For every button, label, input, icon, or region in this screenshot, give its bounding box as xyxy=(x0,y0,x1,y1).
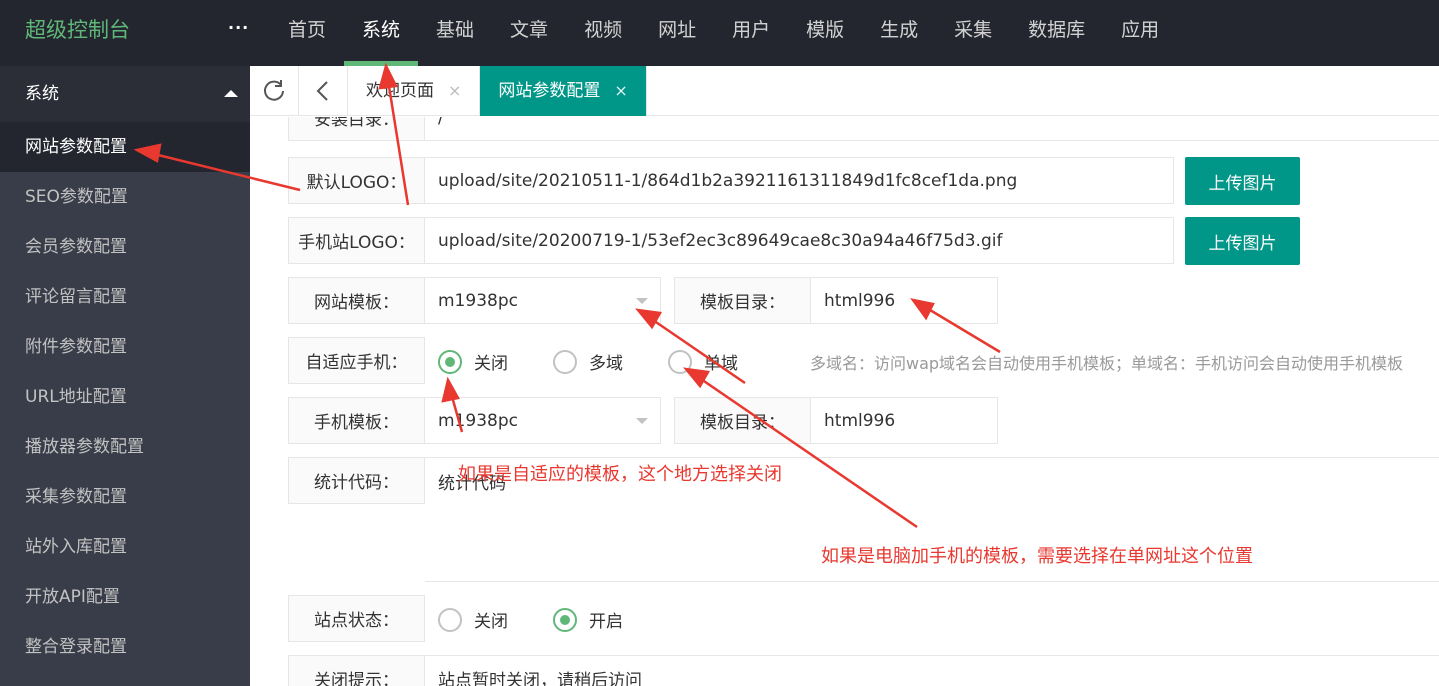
mobile-template-value: m1938pc xyxy=(438,410,518,431)
row-default-logo: 默认LOGO： upload/site/20210511-1/864d1b2a3… xyxy=(288,157,1300,205)
sidebar-item-external[interactable]: 站外入库配置 xyxy=(0,522,250,572)
site-status-label: 站点状态： xyxy=(288,595,425,642)
site-status-radio-on-label: 开启 xyxy=(589,612,623,632)
mobile-template-select[interactable]: m1938pc xyxy=(425,397,661,444)
adaptive-radio-multi-label: 多域 xyxy=(589,354,623,374)
main-nav: 首页 系统 基础 文章 视频 网址 用户 模版 生成 采集 数据库 应用 xyxy=(270,0,1177,66)
nav-home[interactable]: 首页 xyxy=(270,0,344,66)
close-tip-input[interactable]: 站点暂时关闭，请稍后访问 xyxy=(425,655,1439,686)
sidebar-item-attachment[interactable]: 附件参数配置 xyxy=(0,322,250,372)
row-site-template: 网站模板： m1938pc 模板目录： html996 xyxy=(288,277,998,324)
nav-video[interactable]: 视频 xyxy=(566,0,640,66)
tab-bar: 欢迎页面 × 网站参数配置 × xyxy=(250,66,1439,116)
mobile-logo-input[interactable]: upload/site/20200719-1/53ef2ec3c89649cae… xyxy=(425,217,1174,264)
site-template-value: m1938pc xyxy=(438,290,518,311)
adaptive-radio-single[interactable]: 单域 xyxy=(668,349,738,374)
top-navbar: 超级控制台 ··· 首页 系统 基础 文章 视频 网址 用户 模版 生成 采集 … xyxy=(0,0,1439,66)
refresh-button[interactable] xyxy=(250,66,299,116)
row-adaptive: 自适应手机： xyxy=(288,337,425,384)
adaptive-radio-off[interactable]: 关闭 xyxy=(438,349,508,374)
sidebar-item-login[interactable]: 整合登录配置 xyxy=(0,622,250,672)
sidebar-item-collect[interactable]: 采集参数配置 xyxy=(0,472,250,522)
site-template-dir-input[interactable]: html996 xyxy=(811,277,998,324)
default-logo-input[interactable]: upload/site/20210511-1/864d1b2a392116131… xyxy=(425,157,1174,204)
caret-up-icon xyxy=(224,90,238,97)
stats-code-label: 统计代码： xyxy=(288,457,425,504)
sidebar-item-member[interactable]: 会员参数配置 xyxy=(0,222,250,272)
adaptive-radio-multi[interactable]: 多域 xyxy=(553,349,623,374)
radio-icon xyxy=(438,607,462,632)
chevron-left-icon xyxy=(316,81,328,101)
close-icon[interactable]: × xyxy=(614,81,627,100)
radio-icon xyxy=(553,349,577,374)
sidebar-item-url[interactable]: URL地址配置 xyxy=(0,372,250,422)
site-template-dir-label: 模板目录： xyxy=(674,277,811,324)
nav-apps[interactable]: 应用 xyxy=(1103,0,1177,66)
row-mobile-logo: 手机站LOGO： upload/site/20200719-1/53ef2ec3… xyxy=(288,217,1300,265)
tab-site-config-label: 网站参数配置 xyxy=(498,81,601,101)
row-close-tip: 关闭提示： 站点暂时关闭，请稍后访问 xyxy=(288,655,1439,686)
sidebar-item-site-config[interactable]: 网站参数配置 xyxy=(0,122,250,172)
adaptive-hint: 多域名：访问wap域名会自动使用手机模板；单域名：手机访问会自动使用手机模板 xyxy=(810,354,1404,373)
radio-icon xyxy=(668,349,692,374)
sidebar-group-label: 系统 xyxy=(25,84,59,104)
upload-mobile-logo-button[interactable]: 上传图片 xyxy=(1185,217,1300,265)
chevron-down-icon xyxy=(636,418,648,424)
tab-site-config[interactable]: 网站参数配置 × xyxy=(480,66,647,116)
mobile-template-label: 手机模板： xyxy=(288,397,425,444)
site-status-radio-on[interactable]: 开启 xyxy=(553,607,623,632)
nav-template[interactable]: 模版 xyxy=(788,0,862,66)
radio-selected-icon xyxy=(438,349,462,374)
mobile-template-dir-label: 模板目录： xyxy=(674,397,811,444)
row-site-status: 站点状态： xyxy=(288,595,425,642)
nav-system[interactable]: 系统 xyxy=(344,0,419,66)
sidebar: 系统 网站参数配置 SEO参数配置 会员参数配置 评论留言配置 附件参数配置 U… xyxy=(0,66,250,686)
upload-default-logo-button[interactable]: 上传图片 xyxy=(1185,157,1300,205)
row-mobile-template: 手机模板： m1938pc 模板目录： html996 xyxy=(288,397,998,444)
site-template-select[interactable]: m1938pc xyxy=(425,277,661,324)
nav-basic[interactable]: 基础 xyxy=(418,0,492,66)
install-dir-label: 安装目录： xyxy=(288,117,425,141)
annotation-note-adaptive: 如果是自适应的模板，这个地方选择关闭 xyxy=(458,464,782,485)
tab-welcome-label: 欢迎页面 xyxy=(366,81,434,101)
nav-url[interactable]: 网址 xyxy=(640,0,714,66)
close-icon[interactable]: × xyxy=(448,81,461,100)
install-dir-input[interactable]: / xyxy=(425,117,1439,141)
row-install-dir: 安装目录： / xyxy=(288,117,1439,141)
more-menu-button[interactable]: ··· xyxy=(228,18,249,37)
default-logo-label: 默认LOGO： xyxy=(288,157,425,204)
nav-generate[interactable]: 生成 xyxy=(862,0,936,66)
close-tip-label: 关闭提示： xyxy=(288,655,425,686)
mobile-logo-label: 手机站LOGO： xyxy=(288,217,425,264)
radio-selected-icon xyxy=(553,607,577,632)
chevron-down-icon xyxy=(636,298,648,304)
main-content: 安装目录： / 默认LOGO： upload/site/20210511-1/8… xyxy=(250,117,1439,686)
sidebar-group-header[interactable]: 系统 xyxy=(0,66,250,122)
adaptive-radio-single-label: 单域 xyxy=(704,354,738,374)
app-logo-title[interactable]: 超级控制台 xyxy=(25,14,130,44)
refresh-icon xyxy=(264,80,284,101)
site-status-radio-off[interactable]: 关闭 xyxy=(438,607,508,632)
sidebar-item-comment[interactable]: 评论留言配置 xyxy=(0,272,250,322)
nav-database[interactable]: 数据库 xyxy=(1010,0,1103,66)
sidebar-item-seo[interactable]: SEO参数配置 xyxy=(0,172,250,222)
nav-article[interactable]: 文章 xyxy=(492,0,566,66)
tab-welcome[interactable]: 欢迎页面 × xyxy=(348,66,481,116)
sidebar-item-player[interactable]: 播放器参数配置 xyxy=(0,422,250,472)
mobile-template-dir-input[interactable]: html996 xyxy=(811,397,998,444)
site-status-radio-off-label: 关闭 xyxy=(474,612,508,632)
sidebar-item-api[interactable]: 开放API配置 xyxy=(0,572,250,622)
nav-collect[interactable]: 采集 xyxy=(936,0,1010,66)
adaptive-radio-off-label: 关闭 xyxy=(474,354,508,374)
annotation-note-single-domain: 如果是电脑加手机的模板，需要选择在单网址这个位置 xyxy=(821,546,1253,567)
back-button[interactable] xyxy=(299,66,348,116)
site-template-label: 网站模板： xyxy=(288,277,425,324)
adaptive-label: 自适应手机： xyxy=(288,337,425,384)
nav-user[interactable]: 用户 xyxy=(714,0,788,66)
